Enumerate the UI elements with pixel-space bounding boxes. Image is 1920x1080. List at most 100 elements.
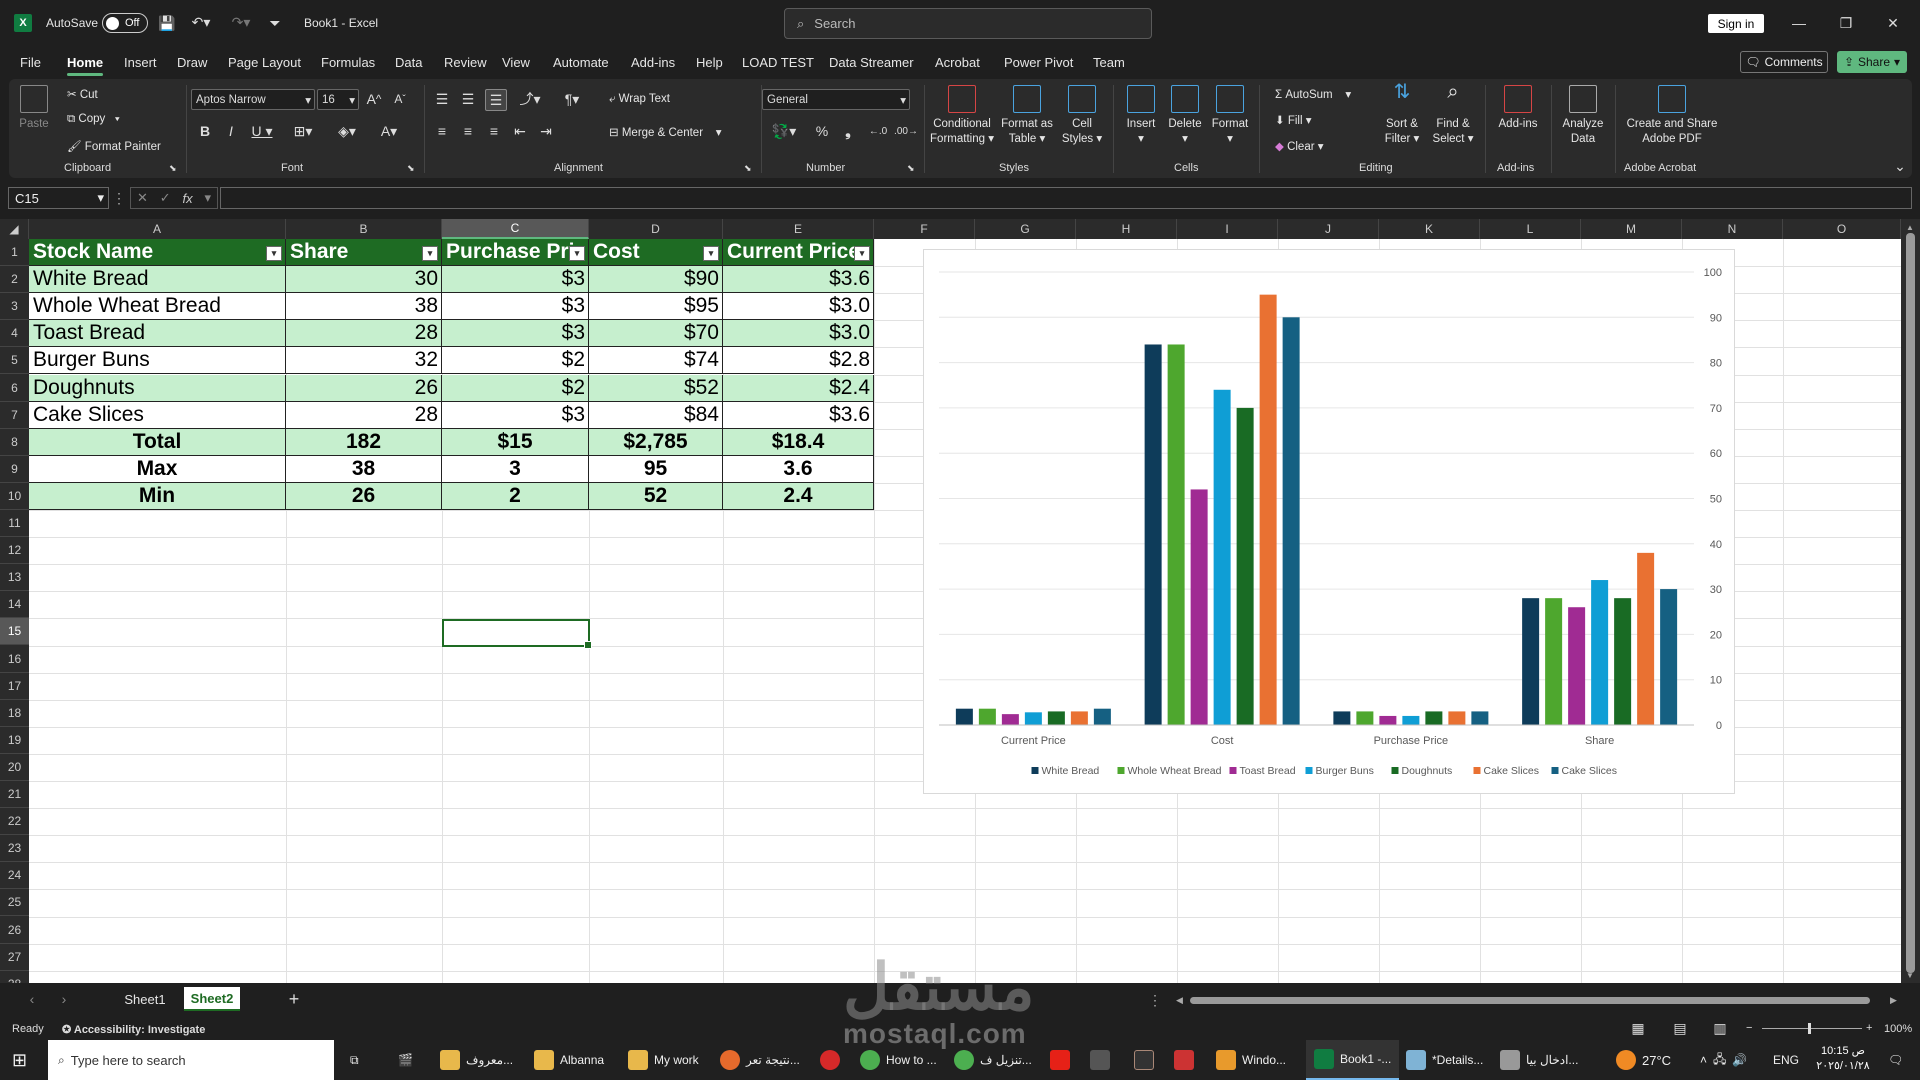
scroll-down-icon[interactable]: ▼: [1906, 971, 1914, 980]
more-icon[interactable]: ⋮: [1148, 991, 1162, 1009]
taskbar-item-firefox[interactable]: نتيجة تعر...: [720, 1040, 800, 1080]
opera-icon[interactable]: [820, 1040, 840, 1080]
collapse-ribbon-icon[interactable]: ⌄: [1893, 158, 1907, 174]
conditional-formatting-button[interactable]: Conditional Formatting ▾: [929, 85, 995, 147]
column-header-m[interactable]: M: [1581, 219, 1682, 239]
dialog-launcher-icon[interactable]: ⬊: [907, 163, 915, 174]
summary-cell[interactable]: 95: [589, 455, 723, 483]
table-cell[interactable]: White Bread: [29, 266, 286, 294]
column-header-a[interactable]: A: [29, 219, 286, 239]
increase-font-icon[interactable]: A ^: [365, 89, 383, 109]
insert-function-icon[interactable]: fx: [183, 191, 193, 206]
name-box[interactable]: C15 ▾: [8, 187, 109, 209]
row-header-3[interactable]: 3: [0, 293, 29, 321]
cut-button[interactable]: ✂ Cut: [67, 87, 98, 101]
select-all-corner[interactable]: ◢: [0, 219, 29, 239]
table-cell[interactable]: $3.0: [723, 293, 874, 321]
restore-icon[interactable]: ❐: [1823, 8, 1869, 38]
insert-cells-button[interactable]: Insert ▾: [1121, 85, 1161, 147]
number-format-select[interactable]: General ▾: [762, 89, 910, 110]
taskbar-search[interactable]: ⌕ Type here to search: [48, 1040, 334, 1080]
redo-icon[interactable]: ↷▾: [226, 12, 256, 32]
align-right-icon[interactable]: ≡: [485, 121, 503, 141]
accessibility-status[interactable]: ✪ Accessibility: Investigate: [62, 1023, 205, 1036]
cancel-icon[interactable]: ✕: [137, 190, 148, 206]
row-header-11[interactable]: 11: [0, 510, 29, 538]
autosum-button[interactable]: Σ AutoSum ▾: [1275, 87, 1351, 101]
align-top-icon[interactable]: ☰: [433, 89, 451, 109]
add-sheet-button[interactable]: +: [284, 989, 304, 1009]
clock[interactable]: 10:15 ص ٢٠٢٥/٠١/٢٨: [1808, 1044, 1878, 1074]
table-cell[interactable]: $3.0: [723, 320, 874, 348]
active-cell-c15[interactable]: [442, 619, 592, 649]
create-pdf-button[interactable]: Create and Share Adobe PDF: [1619, 85, 1725, 147]
dialog-launcher-icon[interactable]: ⬊: [407, 163, 415, 174]
customize-qat-icon[interactable]: ⏷: [268, 14, 282, 32]
summary-cell[interactable]: 182: [286, 428, 442, 456]
paste-button[interactable]: Paste: [19, 85, 49, 132]
table-cell[interactable]: $3: [442, 401, 589, 429]
table-cell[interactable]: Burger Buns: [29, 347, 286, 375]
row-header-18[interactable]: 18: [0, 700, 29, 727]
next-sheet-icon[interactable]: ›: [58, 991, 70, 1007]
weather-widget[interactable]: 27°C: [1616, 1040, 1671, 1080]
page-layout-icon[interactable]: ▤: [1672, 1020, 1688, 1036]
language-indicator[interactable]: ENG: [1773, 1040, 1799, 1080]
row-header-9[interactable]: 9: [0, 456, 29, 483]
accounting-format-icon[interactable]: 💱▾: [767, 121, 801, 141]
table-cell[interactable]: $84: [589, 401, 723, 429]
page-break-icon[interactable]: ▥: [1712, 1020, 1728, 1036]
underline-icon[interactable]: U ▾: [249, 121, 275, 141]
table-cell[interactable]: $2: [442, 374, 589, 402]
search-box[interactable]: ⌕ Search: [784, 8, 1152, 39]
summary-cell[interactable]: Min: [29, 482, 286, 510]
row-header-20[interactable]: 20: [0, 754, 29, 781]
close-icon[interactable]: ✕: [1870, 8, 1916, 38]
decrease-font-icon[interactable]: Aˇ: [391, 89, 409, 109]
align-left-icon[interactable]: ≡: [433, 121, 451, 141]
table-cell[interactable]: $70: [589, 320, 723, 348]
row-header-16[interactable]: 16: [0, 646, 29, 673]
row-header-1[interactable]: 1: [0, 239, 29, 267]
tab-insert[interactable]: Insert: [124, 55, 157, 70]
taskbar-item-folder-1[interactable]: معروف...: [440, 1040, 513, 1080]
row-header-15[interactable]: 15: [0, 618, 29, 646]
row-header-4[interactable]: 4: [0, 320, 29, 348]
align-bottom-icon[interactable]: ☰: [485, 89, 507, 111]
borders-icon[interactable]: ⊞▾: [287, 121, 319, 141]
share-button[interactable]: ⇪ Share ▾: [1837, 51, 1907, 73]
align-center-icon[interactable]: ≡: [459, 121, 477, 141]
tab-data-streamer[interactable]: Data Streamer: [829, 55, 914, 70]
tab-home[interactable]: Home: [67, 55, 104, 76]
table-cell[interactable]: 28: [286, 320, 442, 348]
tab-load-test[interactable]: LOAD TEST: [742, 55, 814, 70]
tab-draw[interactable]: Draw: [177, 55, 207, 70]
summary-cell[interactable]: 3: [442, 455, 589, 483]
percent-icon[interactable]: %: [813, 121, 831, 141]
row-header-5[interactable]: 5: [0, 347, 29, 375]
tab-page-layout[interactable]: Page Layout: [228, 55, 301, 70]
increase-decimal-icon[interactable]: ←.0: [867, 121, 889, 141]
row-header-6[interactable]: 6: [0, 375, 29, 402]
add-ins-button[interactable]: Add-ins: [1493, 85, 1543, 132]
taskbar-item-form[interactable]: ادخال بيا...: [1500, 1040, 1578, 1080]
tab-review[interactable]: Review: [444, 55, 487, 70]
summary-cell[interactable]: 2: [442, 482, 589, 510]
header-cell[interactable]: Stock Name ▾: [29, 239, 286, 267]
clustered-column-chart[interactable]: 0 10 20 30 40 50 60 70 80 90 100 Current Price Cost P…: [923, 249, 1735, 794]
tab-acrobat[interactable]: Acrobat: [935, 55, 980, 70]
app-icon-shield[interactable]: [1174, 1040, 1194, 1080]
row-header-7[interactable]: 7: [0, 402, 29, 429]
sheet-tab-sheet2[interactable]: Sheet2: [184, 987, 240, 1011]
row-header-14[interactable]: 14: [0, 591, 29, 619]
horizontal-scroll-thumb[interactable]: [1190, 997, 1870, 1004]
row-header-26[interactable]: 26: [0, 917, 29, 944]
sign-in-button[interactable]: Sign in: [1708, 14, 1764, 33]
tab-help[interactable]: Help: [696, 55, 723, 70]
wrap-text-button[interactable]: ⤶ Wrap Text: [609, 93, 670, 106]
more-icon[interactable]: ⋮: [112, 190, 126, 206]
taskbar-item-my-work[interactable]: My work: [628, 1040, 699, 1080]
normal-view-icon[interactable]: ▦: [1630, 1020, 1646, 1036]
row-header-21[interactable]: 21: [0, 781, 29, 809]
table-cell[interactable]: $3: [442, 293, 589, 321]
